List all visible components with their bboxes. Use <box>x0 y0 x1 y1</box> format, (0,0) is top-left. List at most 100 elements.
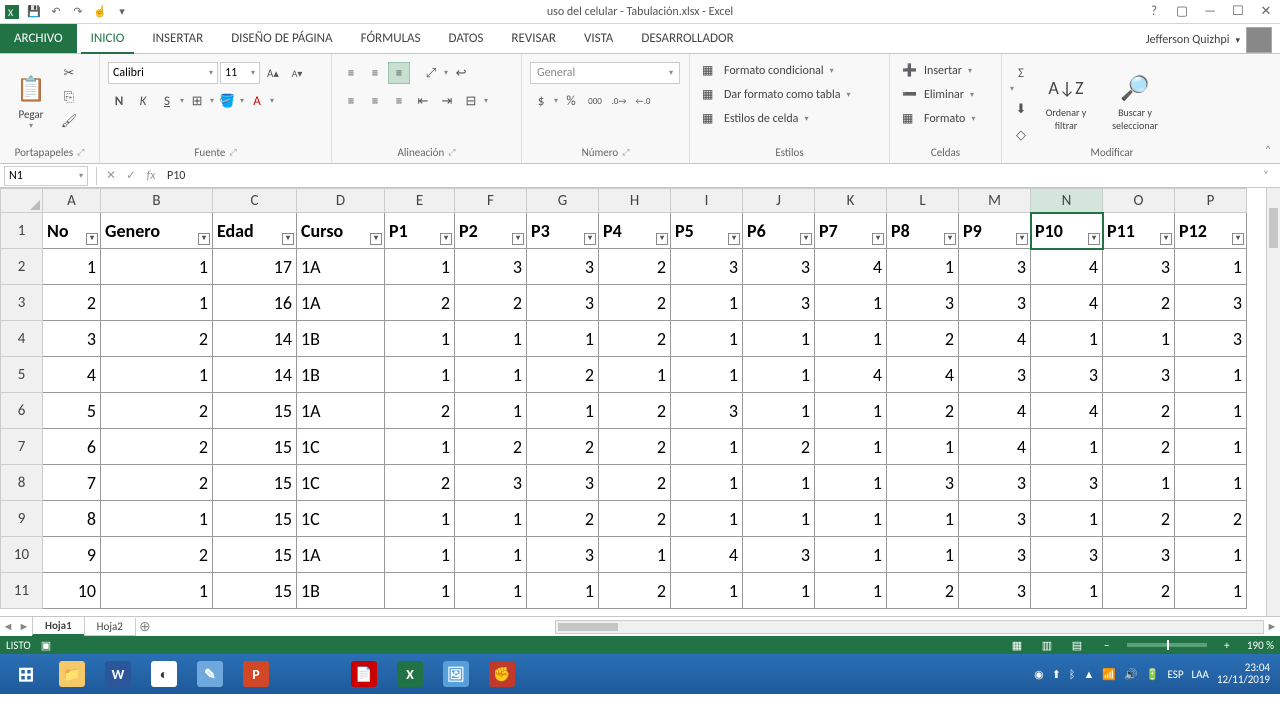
zoom-slider[interactable] <box>1127 643 1207 647</box>
column-header[interactable]: I <box>671 189 743 213</box>
cell[interactable]: 2 <box>1103 573 1175 609</box>
cell[interactable]: 1A <box>297 393 385 429</box>
cell[interactable]: 2 <box>1175 501 1247 537</box>
cell[interactable]: 1 <box>385 429 455 465</box>
word-icon[interactable]: W <box>96 658 140 690</box>
row-header[interactable]: 4 <box>1 321 43 357</box>
sheet-tab-hoja2[interactable]: Hoja2 <box>84 618 136 636</box>
cell[interactable]: 4 <box>959 429 1031 465</box>
cell[interactable]: 2 <box>1103 393 1175 429</box>
cell[interactable]: P6▾ <box>743 213 815 249</box>
cell[interactable]: 3 <box>743 537 815 573</box>
cell[interactable]: 1 <box>527 321 599 357</box>
maximize-icon[interactable]: ☐ <box>1224 1 1252 23</box>
cell[interactable]: 1 <box>385 537 455 573</box>
chrome-icon[interactable]: ◐ <box>142 658 186 690</box>
cell[interactable]: 1 <box>101 249 213 285</box>
wrap-text-icon[interactable]: ↩ <box>450 62 472 84</box>
cell[interactable]: 2 <box>887 321 959 357</box>
cell[interactable]: 1A <box>297 285 385 321</box>
filter-icon[interactable]: ▾ <box>1016 233 1028 245</box>
cell[interactable]: 1 <box>671 465 743 501</box>
delete-cells-button[interactable]: ➖Eliminar▾ <box>898 84 979 106</box>
sort-filter-button[interactable]: A↓Z Ordenar y filtrar <box>1036 58 1096 144</box>
select-all-corner[interactable] <box>1 189 43 213</box>
horizontal-scrollbar[interactable] <box>555 620 1264 634</box>
zoom-out-icon[interactable]: − <box>1097 639 1117 652</box>
cell[interactable]: 3 <box>1031 357 1103 393</box>
increase-decimal-icon[interactable]: .0→ <box>608 90 630 112</box>
cell[interactable]: 3 <box>527 285 599 321</box>
cell[interactable]: 1C <box>297 465 385 501</box>
cell[interactable]: P4▾ <box>599 213 671 249</box>
macro-record-icon[interactable]: ▣ <box>41 639 51 652</box>
column-header[interactable]: C <box>213 189 297 213</box>
copy-icon[interactable]: ⎘ <box>58 86 80 108</box>
cell[interactable]: 1 <box>527 573 599 609</box>
minimize-icon[interactable]: — <box>1196 1 1224 23</box>
underline-button[interactable]: S <box>156 90 178 112</box>
cell[interactable]: 2 <box>527 501 599 537</box>
orientation-icon[interactable]: ⤢ <box>420 62 442 84</box>
view-layout-icon[interactable]: ▥ <box>1037 639 1057 652</box>
fill-icon[interactable]: ⬇ <box>1010 98 1032 120</box>
column-header[interactable]: B <box>101 189 213 213</box>
cell[interactable]: 3 <box>1031 537 1103 573</box>
cell[interactable]: 1 <box>1031 321 1103 357</box>
cell[interactable]: 4 <box>1031 393 1103 429</box>
cell[interactable]: 1 <box>887 429 959 465</box>
cell[interactable]: 1 <box>815 321 887 357</box>
cell[interactable]: 2 <box>1103 501 1175 537</box>
cell[interactable]: 3 <box>959 285 1031 321</box>
expand-formula-icon[interactable]: ˅ <box>1256 166 1276 186</box>
column-header[interactable]: O <box>1103 189 1175 213</box>
touch-icon[interactable]: ☝ <box>92 4 108 20</box>
cell[interactable]: 1 <box>671 321 743 357</box>
cell[interactable]: 1 <box>1175 357 1247 393</box>
cell[interactable]: 15 <box>213 537 297 573</box>
cell[interactable]: 1 <box>671 357 743 393</box>
enter-formula-icon[interactable]: ✓ <box>121 166 141 186</box>
cell[interactable]: 1 <box>1103 321 1175 357</box>
cell[interactable]: 14 <box>213 321 297 357</box>
cell[interactable]: 2 <box>385 393 455 429</box>
bluetooth-icon[interactable]: ᛒ <box>1069 668 1076 681</box>
cell[interactable]: 2 <box>599 321 671 357</box>
cell[interactable]: 1 <box>743 501 815 537</box>
cell[interactable]: 1 <box>385 249 455 285</box>
vertical-scrollbar[interactable] <box>1266 188 1280 616</box>
cell[interactable]: 3 <box>527 537 599 573</box>
cell[interactable]: P8▾ <box>887 213 959 249</box>
cell[interactable]: 2 <box>101 393 213 429</box>
autosum-icon[interactable]: Σ <box>1010 62 1032 84</box>
cell[interactable]: Edad▾ <box>213 213 297 249</box>
cell[interactable]: 4 <box>959 321 1031 357</box>
cell[interactable]: 2 <box>599 501 671 537</box>
cell[interactable]: 15 <box>213 429 297 465</box>
cell[interactable]: P5▾ <box>671 213 743 249</box>
fx-icon[interactable]: fx <box>141 166 161 186</box>
font-size-combo[interactable]: 11▾ <box>220 62 260 84</box>
column-header[interactable]: P <box>1175 189 1247 213</box>
cell[interactable]: 1 <box>815 573 887 609</box>
cell[interactable]: 15 <box>213 501 297 537</box>
cell[interactable]: 1 <box>527 393 599 429</box>
cell[interactable]: 1 <box>671 429 743 465</box>
tab-diseno[interactable]: DISEÑO DE PÁGINA <box>217 23 346 53</box>
column-header[interactable]: A <box>43 189 101 213</box>
cell[interactable]: 4 <box>815 249 887 285</box>
merge-icon[interactable]: ⊟ <box>460 90 482 112</box>
percent-icon[interactable]: % <box>560 90 582 112</box>
cell[interactable]: 2 <box>599 249 671 285</box>
cell[interactable]: 2 <box>455 429 527 465</box>
filter-icon[interactable]: ▾ <box>584 233 596 245</box>
cell[interactable]: 1 <box>455 357 527 393</box>
cell[interactable]: 1 <box>743 465 815 501</box>
cell[interactable]: P3▾ <box>527 213 599 249</box>
cell[interactable]: 1 <box>671 573 743 609</box>
cell[interactable]: 2 <box>1103 429 1175 465</box>
cell[interactable]: 2 <box>385 465 455 501</box>
cell[interactable]: P11▾ <box>1103 213 1175 249</box>
row-header[interactable]: 1 <box>1 213 43 249</box>
decrease-font-icon[interactable]: A▾ <box>286 62 308 84</box>
